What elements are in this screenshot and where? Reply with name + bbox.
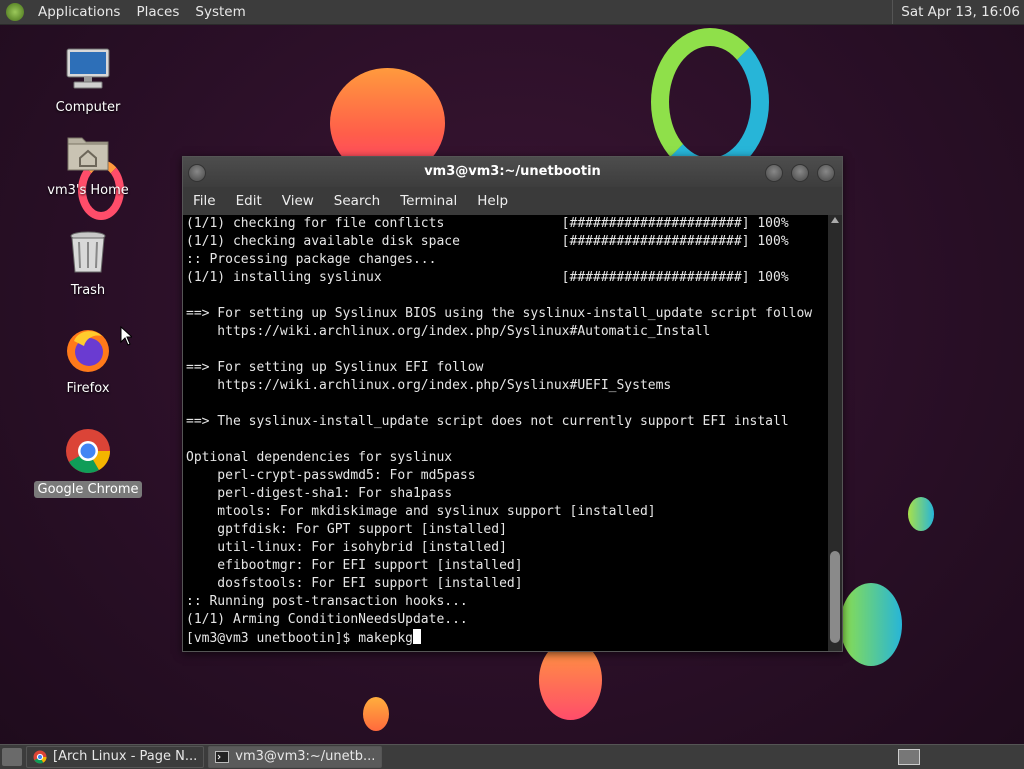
desktop-icon-trash[interactable]: Trash: [33, 228, 143, 299]
desktop-icon-chrome[interactable]: Google Chrome: [33, 427, 143, 498]
places-menu[interactable]: Places: [128, 0, 187, 24]
scrollbar-thumb[interactable]: [830, 551, 840, 643]
terminal-menubar: File Edit View Search Terminal Help: [183, 187, 842, 215]
command-input[interactable]: makepkg: [358, 631, 413, 646]
taskbar-item-label: [Arch Linux - Page N...: [53, 749, 198, 764]
terminal-line: https://wiki.archlinux.org/index.php/Sys…: [186, 324, 711, 339]
show-desktop-button[interactable]: [2, 748, 22, 766]
desktop-icon-label: Firefox: [66, 381, 110, 396]
wallpaper-shape: [840, 583, 902, 666]
workspace-switcher[interactable]: [898, 749, 920, 765]
terminal-line: https://wiki.archlinux.org/index.php/Sys…: [186, 378, 672, 393]
menu-search[interactable]: Search: [324, 193, 390, 209]
menu-view[interactable]: View: [272, 193, 324, 209]
wallpaper-shape: [539, 640, 602, 720]
terminal-line: ==> The syslinux-install_update script d…: [186, 414, 789, 429]
window-menu-button[interactable]: [188, 164, 206, 182]
menu-terminal[interactable]: Terminal: [390, 193, 467, 209]
terminal-prompt-line[interactable]: [vm3@vm3 unetbootin]$ makepkg: [183, 629, 828, 647]
terminal-line: :: Processing package changes...: [186, 252, 437, 267]
mouse-pointer-icon: [120, 326, 132, 346]
desktop-icon-label: Computer: [55, 100, 121, 115]
trash-icon: [64, 228, 112, 276]
wallpaper-shape: [651, 28, 769, 176]
minimize-button[interactable]: [765, 164, 783, 182]
terminal-line: (1/1) Arming ConditionNeedsUpdate...: [186, 612, 468, 627]
maximize-button[interactable]: [791, 164, 809, 182]
desktop-icon-label: Trash: [70, 283, 106, 298]
bottom-taskbar: [Arch Linux - Page N... vm3@vm3:~/unetb.…: [0, 744, 1024, 769]
chrome-icon: [33, 750, 47, 764]
terminal-line: ==> For setting up Syslinux BIOS using t…: [186, 306, 813, 321]
terminal-line: dosfstools: For EFI support [installed]: [186, 576, 523, 591]
scroll-up-arrow-icon[interactable]: [831, 217, 839, 223]
terminal-line: efibootmgr: For EFI support [installed]: [186, 558, 523, 573]
menu-file[interactable]: File: [183, 193, 226, 209]
terminal-line: (1/1) checking available disk space [###…: [186, 234, 789, 249]
terminal-line: perl-digest-sha1: For sha1pass: [186, 486, 453, 501]
chrome-icon: [64, 427, 112, 475]
shell-prompt: [vm3@vm3 unetbootin]$: [186, 631, 359, 646]
terminal-scrollbar[interactable]: [828, 215, 842, 651]
desktop-icon-label: vm3's Home: [47, 183, 129, 198]
system-menu[interactable]: System: [187, 0, 253, 24]
taskbar-item-browser[interactable]: [Arch Linux - Page N...: [26, 746, 205, 768]
firefox-icon: [64, 326, 112, 374]
distro-logo-icon[interactable]: [6, 3, 24, 21]
terminal-line: perl-crypt-passwdmd5: For md5pass: [186, 468, 476, 483]
terminal-icon: [215, 751, 230, 763]
terminal-line: (1/1) checking for file conflicts [#####…: [186, 216, 789, 231]
desktop-icon-computer[interactable]: Computer: [33, 45, 143, 116]
wallpaper-shape: [363, 697, 389, 731]
computer-icon: [64, 45, 112, 93]
terminal-line: gptfdisk: For GPT support [installed]: [186, 522, 507, 537]
terminal-line: util-linux: For isohybrid [installed]: [186, 540, 507, 555]
window-title: vm3@vm3:~/unetbootin: [424, 164, 601, 179]
terminal-line: :: Running post-transaction hooks...: [186, 594, 468, 609]
top-panel: Applications Places System Sat Apr 13, 1…: [0, 0, 1024, 25]
applications-menu[interactable]: Applications: [30, 0, 128, 24]
home-folder-icon: [64, 128, 112, 176]
terminal-window: vm3@vm3:~/unetbootin File Edit View Sear…: [182, 156, 843, 652]
window-titlebar[interactable]: vm3@vm3:~/unetbootin: [183, 157, 842, 187]
taskbar-item-label: vm3@vm3:~/unetb...: [235, 749, 376, 764]
menu-help[interactable]: Help: [467, 193, 518, 209]
terminal-line: mtools: For mkdiskimage and syslinux sup…: [186, 504, 656, 519]
terminal-line: ==> For setting up Syslinux EFI follow: [186, 360, 484, 375]
wallpaper-shape: [908, 497, 934, 531]
taskbar-item-terminal[interactable]: vm3@vm3:~/unetb...: [208, 746, 383, 768]
terminal-output[interactable]: (1/1) checking for file conflicts [#####…: [183, 215, 828, 651]
desktop-icon-home[interactable]: vm3's Home: [33, 128, 143, 199]
text-cursor: [412, 629, 421, 644]
close-button[interactable]: [817, 164, 835, 182]
panel-clock[interactable]: Sat Apr 13, 16:06: [892, 0, 1020, 24]
menu-edit[interactable]: Edit: [226, 193, 272, 209]
terminal-line: (1/1) installing syslinux [#############…: [186, 270, 789, 285]
terminal-line: Optional dependencies for syslinux: [186, 450, 453, 465]
desktop-icon-label: Google Chrome: [33, 481, 143, 498]
